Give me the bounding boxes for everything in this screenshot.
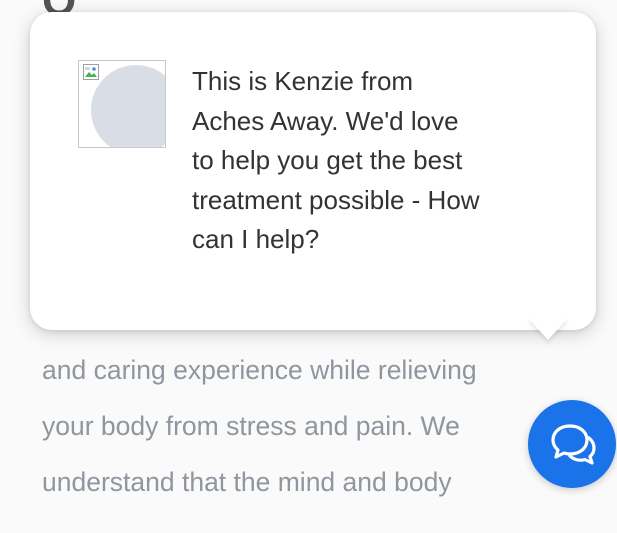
- broken-image-icon: [83, 64, 99, 80]
- message-line: treatment possible - How: [192, 184, 480, 215]
- chat-bubbles-icon: [551, 424, 596, 465]
- greeting-message: This is Kenzie from Aches Away. We'd lov…: [192, 62, 572, 260]
- avatar-placeholder-circle: [91, 65, 165, 147]
- body-line: understand that the mind and body: [42, 467, 452, 497]
- body-line: and caring experience while relieving: [42, 355, 477, 385]
- message-line: can I help?: [192, 224, 320, 254]
- chat-greeting-popup[interactable]: This is Kenzie from Aches Away. We'd lov…: [30, 12, 596, 330]
- message-line: Aches Away. We'd love: [192, 105, 459, 136]
- message-line: This is Kenzie from: [192, 66, 414, 96]
- body-line: your body from stress and pain. We: [42, 411, 460, 441]
- chat-launcher-button[interactable]: [528, 400, 616, 488]
- message-line: to help you get the best: [192, 145, 463, 175]
- page: O and caring experience while relieving …: [0, 0, 617, 533]
- popup-tail: [528, 318, 568, 340]
- agent-avatar: [78, 60, 166, 148]
- body-line-clipped: ...: [42, 510, 602, 524]
- page-body-text: and caring experience while relieving yo…: [42, 342, 602, 524]
